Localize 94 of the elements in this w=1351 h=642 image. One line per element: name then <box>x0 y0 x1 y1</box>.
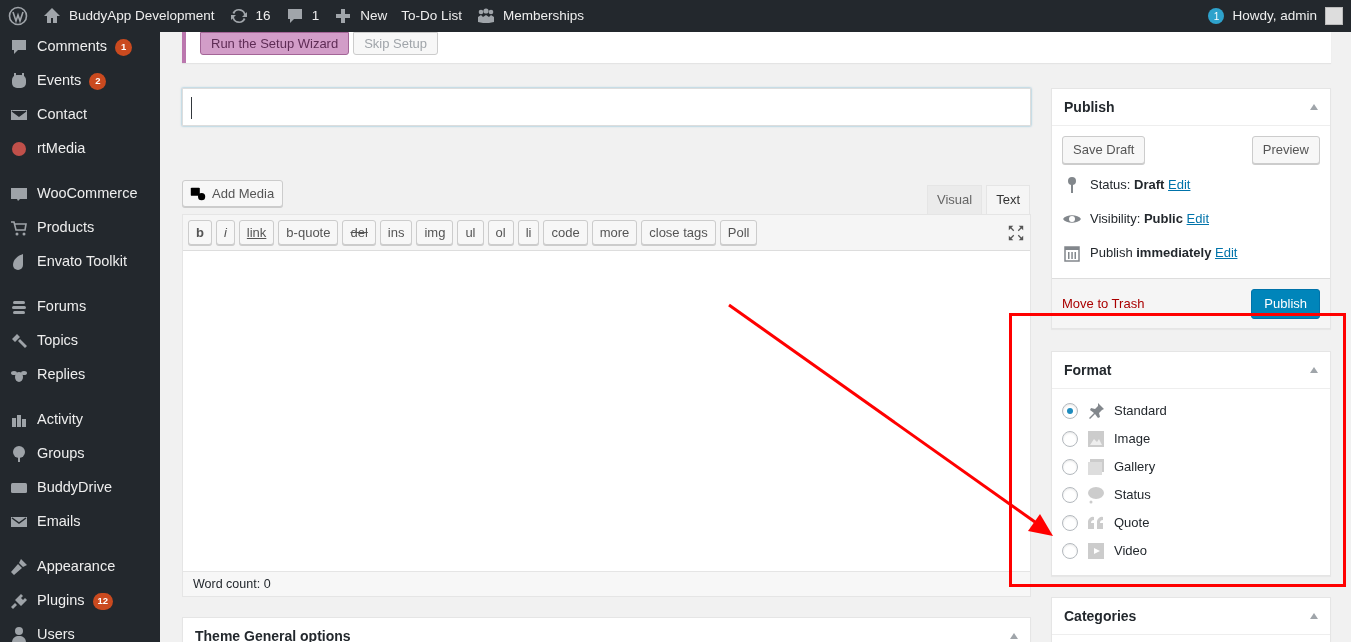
setup-wizard-button[interactable]: Run the Setup Wizard <box>200 32 350 55</box>
radio-button[interactable] <box>1062 431 1078 447</box>
quicktag-button[interactable]: link <box>238 220 275 245</box>
preview-button[interactable]: Preview <box>1251 136 1320 164</box>
quicktag-button[interactable]: code <box>543 220 588 245</box>
collapse-toggle-icon[interactable] <box>1010 633 1018 639</box>
people-icon <box>475 6 496 26</box>
edit-link[interactable]: Edit <box>1186 211 1209 227</box>
count-badge: 12 <box>92 592 114 610</box>
gallery-icon <box>1086 457 1106 477</box>
image-icon <box>1086 429 1106 449</box>
speech-bubble-icon <box>1086 485 1106 505</box>
box-title: Publish <box>1064 97 1115 117</box>
updates-count[interactable]: 16 <box>255 5 271 27</box>
sidebar-item[interactable]: Plugins <box>37 590 85 612</box>
avatar-placeholder <box>1325 7 1343 25</box>
fullscreen-icon <box>1007 223 1025 242</box>
box-title: Categories <box>1064 606 1137 626</box>
wordpress-logo-icon <box>8 6 28 26</box>
add-media-button[interactable]: Add Media <box>182 180 284 207</box>
sidebar-item[interactable]: WooCommerce <box>37 183 138 205</box>
text-cursor <box>191 97 192 119</box>
publish-setting-text: Publish immediately Edit <box>1090 244 1238 263</box>
circle-logo-icon <box>9 139 29 159</box>
sidebar-item[interactable]: Comments <box>37 36 108 58</box>
toolbar-link[interactable]: Memberships <box>502 5 584 27</box>
sidebar-item[interactable]: Envato Toolkit <box>37 251 127 273</box>
sidebar-item[interactable]: BuddyDrive <box>37 477 112 499</box>
sidebar-item[interactable]: Activity <box>37 409 83 431</box>
format-option-label: Status <box>1114 486 1151 505</box>
collapse-toggle-icon[interactable] <box>1310 104 1318 110</box>
collapse-toggle-icon[interactable] <box>1310 367 1318 373</box>
quicktag-button[interactable]: del <box>342 220 376 245</box>
quicktag-button[interactable]: ol <box>487 220 514 245</box>
new-link[interactable]: New <box>360 5 388 27</box>
editor-tab[interactable]: Text <box>986 185 1030 214</box>
sidebar-item[interactable]: Topics <box>37 330 79 352</box>
radio-button[interactable] <box>1062 487 1078 503</box>
quicktag-button[interactable]: li <box>517 220 540 245</box>
radio-button[interactable] <box>1062 543 1078 559</box>
quicktag-button[interactable]: b-quote <box>278 220 339 245</box>
site-link[interactable]: BuddyApp Development <box>69 5 215 27</box>
sidebar-item[interactable]: Forums <box>37 296 87 318</box>
format-option-label: Gallery <box>1114 458 1156 477</box>
sidebar-item[interactable]: Contact <box>37 104 87 126</box>
format-option-label: Image <box>1114 430 1151 449</box>
edit-link[interactable]: Edit <box>1215 245 1238 261</box>
publish-setting-text: Status: Draft Edit <box>1090 176 1191 195</box>
sidebar-item[interactable]: Emails <box>37 511 81 533</box>
radio-button[interactable] <box>1062 403 1078 419</box>
box-title: Format <box>1064 360 1112 380</box>
format-option-label: Quote <box>1114 514 1150 533</box>
quicktag-button[interactable]: ul <box>457 220 484 245</box>
quicktag-button[interactable]: ins <box>379 220 413 245</box>
quicktag-button[interactable]: close tags <box>641 220 716 245</box>
brush-icon <box>9 557 29 577</box>
publish-button[interactable]: Publish <box>1251 288 1320 319</box>
quicktag-button[interactable]: Poll <box>719 220 758 245</box>
sidebar-item[interactable]: Appearance <box>37 556 116 578</box>
quicktag-button[interactable]: i <box>215 220 235 245</box>
notification-badge: 1 <box>1208 8 1225 24</box>
collapse-toggle-icon[interactable] <box>1310 613 1318 619</box>
comment-bubble-icon <box>9 37 29 57</box>
radio-button[interactable] <box>1062 459 1078 475</box>
sidebar-item[interactable]: Groups <box>37 443 85 465</box>
user-icon <box>9 625 29 642</box>
publish-setting-text: Visibility: Public Edit <box>1090 210 1209 229</box>
cart-icon <box>9 218 29 238</box>
quicktag-button[interactable]: b <box>188 220 212 245</box>
sidebar-item[interactable]: Events <box>37 70 82 92</box>
format-option-label: Video <box>1114 542 1147 561</box>
plug-icon <box>9 591 29 611</box>
format-option-label: Standard <box>1114 402 1167 421</box>
quicktag-button[interactable]: img <box>416 220 454 245</box>
refresh-icon <box>228 6 249 26</box>
count-badge: 1 <box>115 38 133 56</box>
home-icon <box>42 6 62 26</box>
toolbar-link[interactable]: To-Do List <box>401 5 462 27</box>
sidebar-item[interactable]: Users <box>37 624 75 642</box>
video-icon <box>1086 541 1106 561</box>
sidebar-item[interactable]: rtMedia <box>37 138 86 160</box>
editor-tab[interactable]: Visual <box>926 185 983 214</box>
radio-button[interactable] <box>1062 515 1078 531</box>
save-draft-button[interactable]: Save Draft <box>1062 136 1146 164</box>
sidebar-item[interactable]: Replies <box>37 364 86 386</box>
move-to-trash-link[interactable]: Move to Trash <box>1062 293 1145 314</box>
sidebar-item[interactable]: Products <box>37 217 95 239</box>
greeting-link[interactable]: Howdy, admin <box>1232 5 1317 27</box>
quicktag-button[interactable]: more <box>591 220 638 245</box>
edit-link[interactable]: Edit <box>1168 177 1191 193</box>
word-count: Word count: 0 <box>183 571 1030 596</box>
count-badge: 2 <box>89 72 107 90</box>
title-field[interactable] <box>182 88 1031 126</box>
comments-count[interactable]: 1 <box>311 5 320 27</box>
